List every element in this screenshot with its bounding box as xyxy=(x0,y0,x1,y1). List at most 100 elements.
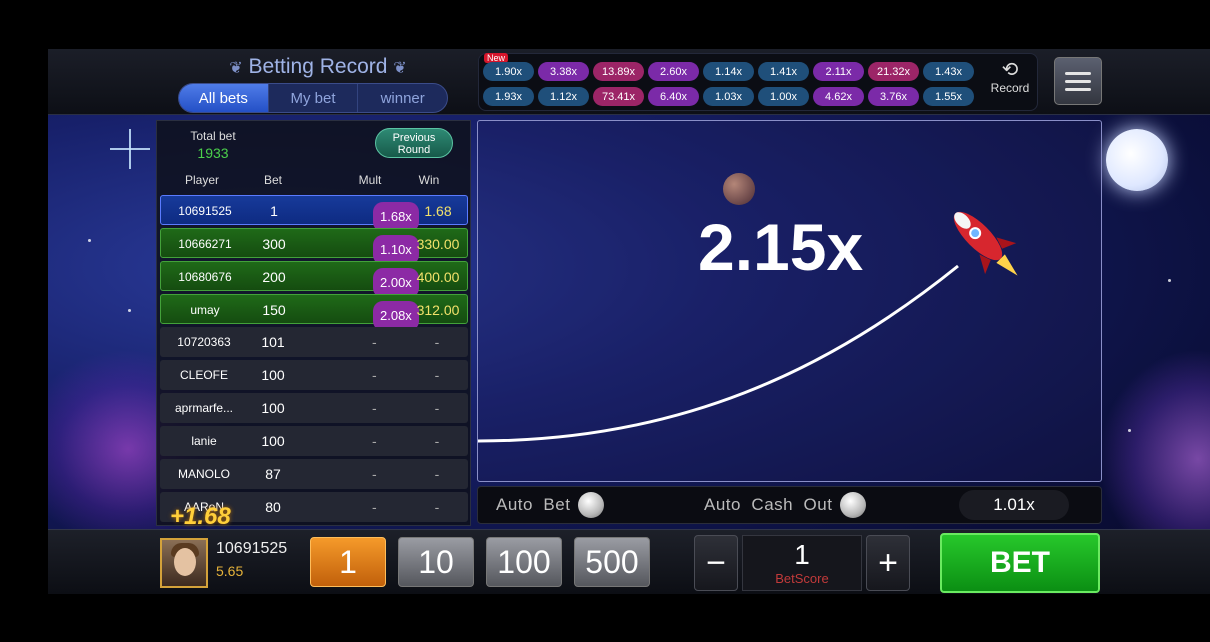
row-win: - xyxy=(434,466,440,482)
row-bet: 100 xyxy=(261,433,285,449)
row-mult-value: - xyxy=(372,433,377,449)
history-chip: 1.12x xyxy=(538,87,589,106)
row-mult: - xyxy=(332,459,412,489)
row-mult: - xyxy=(332,327,412,357)
win-popup: +1.68 xyxy=(170,503,231,530)
laurel-icon: ❦ xyxy=(229,60,243,77)
bottom-bar: 10691525 5.65 1 10 100 500 − 1 BetScore … xyxy=(48,529,1210,594)
crash-game-area: 2.15x xyxy=(477,120,1102,482)
star-icon xyxy=(88,239,91,242)
row-player: umay xyxy=(190,303,220,317)
row-win: 400.00 xyxy=(416,269,460,285)
history-chip: 73.41x xyxy=(593,87,644,106)
history-row-1: 1.90x 3.38x 13.89x 2.60x 1.14x 1.41x 2.11x 21.3… xyxy=(483,62,974,81)
row-win: 1.68 xyxy=(424,203,452,219)
hamburger-icon xyxy=(1065,87,1091,91)
row-bet: 87 xyxy=(265,466,281,482)
table-row: 10720363 101 - - xyxy=(160,327,468,357)
top-bar: ❦ Betting Record ❦ All bets My bet winne… xyxy=(48,49,1210,115)
total-bet: Total bet 1933 xyxy=(171,129,255,161)
chip-100-button[interactable]: 100 xyxy=(486,537,562,587)
row-mult: - xyxy=(332,492,412,522)
row-mult: - xyxy=(332,393,412,423)
rocket-icon xyxy=(953,211,1018,276)
star-icon xyxy=(128,309,131,312)
round-history: New 1.90x 3.38x 13.89x 2.60x 1.14x 1.41x 2.11x… xyxy=(478,53,1038,111)
betting-record-title: ❦ Betting Record ❦ xyxy=(228,55,408,79)
table-row: 10680676 200 2.00x 400.00 xyxy=(160,261,468,298)
row-player: 10680676 xyxy=(178,270,232,284)
hamburger-icon xyxy=(1065,79,1091,83)
tab-my-bet[interactable]: My bet xyxy=(269,84,359,112)
table-row: CLEOFE 100 - - xyxy=(160,360,468,390)
row-bet: 101 xyxy=(261,334,285,350)
row-bet: 100 xyxy=(261,400,285,416)
decrease-bet-button[interactable]: − xyxy=(694,535,738,591)
row-bet: 1 xyxy=(270,203,278,219)
record-button[interactable]: ⟲ Record xyxy=(983,59,1037,105)
tab-all-bets[interactable]: All bets xyxy=(179,84,269,112)
bets-panel: Total bet 1933 Previous Round Player Bet… xyxy=(156,120,471,526)
row-mult-value: - xyxy=(372,367,377,383)
laurel-icon: ❦ xyxy=(393,60,407,77)
hamburger-icon xyxy=(1065,71,1091,75)
bet-button[interactable]: BET xyxy=(940,533,1100,593)
bets-table-header: Player Bet Mult Win xyxy=(157,173,472,191)
row-mult: - xyxy=(332,426,412,456)
menu-button[interactable] xyxy=(1054,57,1102,105)
auto-cashout-label: Auto Cash Out xyxy=(704,495,833,514)
column-player: Player xyxy=(184,173,219,187)
history-chip: 1.55x xyxy=(923,87,974,106)
user-id: 10691525 xyxy=(216,540,288,557)
history-chip: 3.76x xyxy=(868,87,919,106)
column-win: Win xyxy=(418,173,440,187)
avatar-face xyxy=(174,548,196,576)
avatar[interactable] xyxy=(160,538,208,588)
history-chip: 1.03x xyxy=(703,87,754,106)
previous-round-button[interactable]: Previous Round xyxy=(375,128,453,158)
history-chip: 1.93x xyxy=(483,87,534,106)
row-mult-value: - xyxy=(372,466,377,482)
row-mult: 1.10x xyxy=(333,229,419,265)
history-chip: 2.60x xyxy=(648,62,699,81)
history-chip: 4.62x xyxy=(813,87,864,106)
tab-winner[interactable]: winner xyxy=(358,84,447,112)
table-row: 10691525 1 1.68x 1.68 xyxy=(160,195,468,232)
increase-bet-button[interactable]: + xyxy=(866,535,910,591)
flight-path xyxy=(478,264,959,443)
row-player: aprmarfe... xyxy=(174,401,234,415)
row-player: 10720363 xyxy=(177,335,231,349)
history-row-2: 1.93x 1.12x 73.41x 6.40x 1.03x 1.00x 4.62x 3.76… xyxy=(483,87,974,106)
history-chip: 1.14x xyxy=(703,62,754,81)
row-bet: 80 xyxy=(265,499,281,515)
history-chip: 13.89x xyxy=(593,62,644,81)
auto-cashout-toggle[interactable] xyxy=(840,492,867,518)
history-chip: 3.38x xyxy=(538,62,589,81)
auto-bar: Auto Bet Auto Cash Out 1.01x xyxy=(477,486,1102,524)
column-mult: Mult xyxy=(358,173,382,187)
row-win: - xyxy=(434,433,440,449)
row-mult: 2.00x xyxy=(333,262,419,298)
star-icon xyxy=(1168,279,1171,282)
chip-1-button[interactable]: 1 xyxy=(310,537,386,587)
row-player: 10691525 xyxy=(178,204,232,218)
row-mult: 1.68x xyxy=(333,196,419,232)
row-win: - xyxy=(434,499,440,515)
chip-500-button[interactable]: 500 xyxy=(574,537,650,587)
chip-10-button[interactable]: 10 xyxy=(398,537,474,587)
row-player: MANOLO xyxy=(177,467,230,481)
auto-bet-label: Auto Bet xyxy=(496,495,571,514)
auto-cashout-value[interactable]: 1.01x xyxy=(959,490,1069,520)
row-win: - xyxy=(434,367,440,383)
auto-bet-toggle[interactable] xyxy=(578,492,605,518)
row-player: CLEOFE xyxy=(179,368,228,382)
clock-history-icon: ⟲ xyxy=(1001,59,1019,81)
table-row: lanie 100 - - xyxy=(160,426,468,456)
record-label: Record xyxy=(990,81,1030,95)
row-bet: 300 xyxy=(262,236,286,252)
table-row: aprmarfe... 100 - - xyxy=(160,393,468,423)
table-row: MANOLO 87 - - xyxy=(160,459,468,489)
bet-tabs: All bets My bet winner xyxy=(178,83,448,113)
auto-cashout-control: Auto Cash Out xyxy=(704,489,867,521)
table-row: umay 150 2.08x 312.00 xyxy=(160,294,468,331)
